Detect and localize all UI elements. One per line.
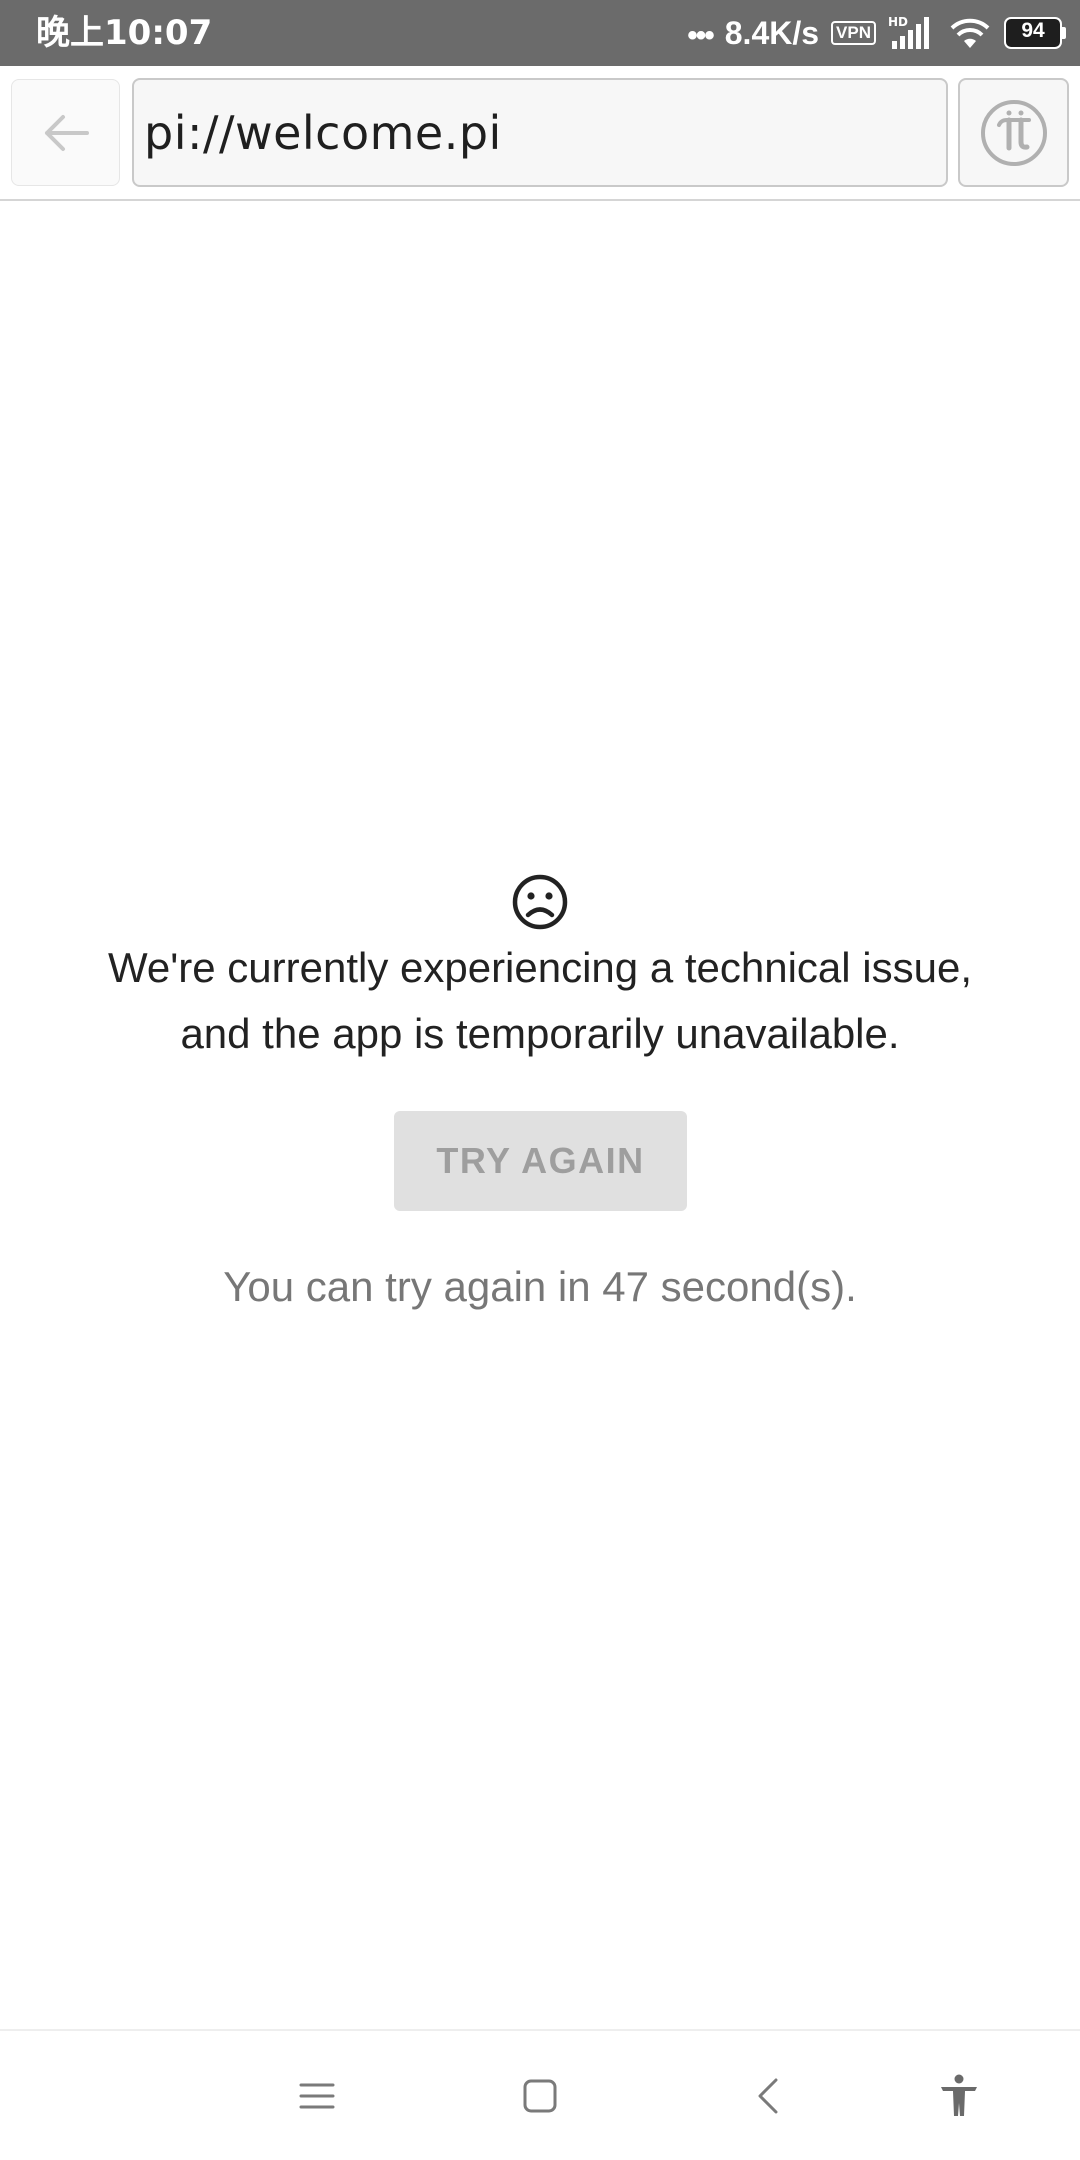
retry-countdown-text: You can try again in 47 second(s). (223, 1263, 857, 1310)
system-nav-bar (0, 2029, 1080, 2160)
accessibility-icon (941, 2074, 977, 2116)
status-time: 晚上10:07 (36, 13, 213, 53)
address-text: pi://welcome.pi (144, 105, 502, 160)
error-message: We're currently experiencing a technical… (40, 935, 1040, 1067)
error-message-line-1: We're currently experiencing a technical… (108, 944, 972, 991)
address-bar[interactable]: pi://welcome.pi (132, 78, 948, 187)
arrow-left-icon (44, 114, 89, 151)
wifi-icon (948, 16, 992, 50)
sad-face-icon (512, 874, 568, 930)
back-icon (758, 2078, 778, 2114)
pi-logo-icon (980, 99, 1047, 166)
browser-toolbar: pi://welcome.pi (0, 66, 1080, 201)
accessibility-button[interactable] (922, 2059, 996, 2133)
status-indicators: ••• 8.4K/s VPN HD 94 (687, 10, 1066, 56)
network-speed: 8.4K/s (724, 15, 820, 51)
back-button[interactable] (11, 79, 120, 186)
battery-icon: 94 (1004, 17, 1066, 49)
screen: 晚上10:07 ••• 8.4K/s VPN HD 94 pi://welcom… (0, 0, 1080, 2160)
vpn-badge: VPN (831, 21, 876, 45)
more-notifications-indicator: ••• (687, 19, 714, 52)
recent-apps-button[interactable] (280, 2059, 354, 2133)
hd-label: HD (888, 15, 908, 29)
home-icon (523, 2079, 557, 2113)
status-bar: 晚上10:07 ••• 8.4K/s VPN HD 94 (0, 0, 1080, 66)
system-back-button[interactable] (731, 2059, 805, 2133)
pi-browser-button[interactable] (958, 78, 1069, 187)
try-again-button[interactable]: TRY AGAIN (394, 1111, 687, 1211)
menu-icon (299, 2083, 335, 2109)
home-button[interactable] (503, 2059, 577, 2133)
battery-level: 94 (1021, 19, 1045, 42)
error-message-line-2: and the app is temporarily unavailable. (180, 1010, 900, 1057)
signal-icon: HD (888, 15, 936, 51)
